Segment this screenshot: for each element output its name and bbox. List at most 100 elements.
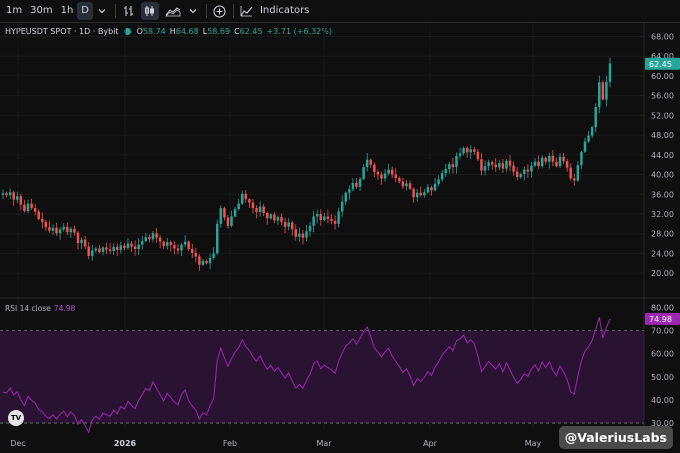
candle	[319, 213, 323, 220]
interval-1m[interactable]: 1m	[2, 2, 26, 20]
price-chart[interactable]: 68.0064.0060.0056.0052.0048.0044.0040.00…	[0, 23, 680, 453]
candle	[1, 193, 5, 195]
candle	[212, 253, 215, 258]
candle	[269, 214, 273, 219]
candle	[108, 249, 112, 251]
compare-bars-icon[interactable]	[120, 2, 138, 20]
candle	[23, 204, 26, 212]
candle	[87, 246, 90, 256]
candle	[294, 229, 298, 237]
chart-type-chevron-down-icon[interactable]	[184, 2, 202, 20]
candle	[501, 163, 505, 169]
candle	[458, 153, 462, 156]
candle	[465, 147, 469, 153]
candle	[173, 245, 176, 249]
candle	[37, 211, 40, 219]
indicators-button[interactable]: Indicators	[256, 2, 313, 20]
candle	[344, 192, 348, 202]
rsi-band	[0, 330, 644, 424]
candle	[512, 165, 515, 172]
candle	[540, 157, 544, 167]
candle	[201, 260, 205, 265]
time-tick-label: 2026	[114, 439, 137, 448]
candle	[187, 241, 190, 249]
price-tick-label: 36.00	[651, 190, 674, 199]
candle	[569, 167, 572, 179]
time-tick-label: Mar	[316, 439, 332, 448]
candle	[530, 165, 533, 172]
candles-chart-icon[interactable]	[140, 2, 159, 20]
candle	[590, 127, 594, 136]
candle	[323, 216, 326, 220]
candle	[462, 147, 465, 154]
candle	[494, 164, 497, 168]
candle	[387, 169, 390, 174]
last-price-text: 62.45	[649, 60, 672, 69]
candle	[562, 156, 565, 162]
candle	[305, 231, 308, 238]
candle	[158, 237, 162, 242]
candle	[26, 203, 30, 212]
price-tick-label: 28.00	[651, 230, 674, 239]
candle	[30, 203, 33, 209]
price-tick-label: 40.00	[651, 171, 674, 180]
candle	[533, 161, 537, 166]
indicators-icon[interactable]	[238, 2, 256, 20]
candle	[94, 248, 98, 251]
candle	[194, 252, 198, 257]
candle	[251, 202, 255, 209]
candle	[437, 179, 440, 184]
add-plus-icon[interactable]	[211, 2, 229, 20]
candle	[133, 246, 137, 249]
price-tick-label: 44.00	[651, 151, 674, 160]
candle	[369, 159, 373, 165]
price-tick-label: 56.00	[651, 92, 674, 101]
candle	[141, 241, 144, 245]
candle	[469, 149, 472, 153]
candle	[62, 226, 65, 230]
candle	[66, 226, 69, 233]
area-chart-icon[interactable]	[162, 2, 184, 20]
price-tick-label: 20.00	[651, 269, 674, 278]
candle	[537, 161, 540, 167]
rsi-tick-label: 80.00	[651, 303, 674, 312]
top-toolbar: 1m 30m 1h D Indicators	[0, 0, 680, 23]
candle	[219, 208, 223, 224]
candle	[340, 201, 344, 212]
candle	[526, 169, 530, 172]
candle	[555, 161, 558, 167]
interval-30m[interactable]: 30m	[26, 2, 56, 20]
candle	[248, 199, 251, 203]
time-tick-label: Apr	[423, 439, 438, 448]
interval-1h[interactable]: 1h	[57, 2, 78, 20]
toolbar-divider	[232, 4, 234, 18]
interval-d[interactable]: D	[77, 2, 93, 20]
candle	[505, 160, 508, 169]
candle	[298, 233, 301, 237]
candle	[598, 82, 601, 107]
candle	[580, 151, 583, 166]
candle	[91, 250, 94, 256]
price-tick-label: 24.00	[651, 249, 674, 258]
tradingview-logo[interactable]: TV	[8, 410, 24, 426]
candle	[358, 178, 362, 187]
time-axis: Dec 2026 Feb Mar Apr May	[10, 439, 541, 448]
candle	[483, 166, 487, 171]
candle	[183, 241, 187, 245]
candle	[412, 188, 415, 198]
candle	[233, 209, 237, 217]
candle	[226, 217, 230, 226]
candle	[337, 211, 340, 224]
candle	[41, 218, 44, 222]
candle	[608, 63, 612, 82]
candle	[290, 222, 294, 230]
candle	[390, 169, 394, 175]
candle	[137, 244, 140, 249]
candle	[551, 155, 555, 162]
candle	[8, 192, 12, 196]
candle	[519, 174, 522, 177]
candle	[415, 192, 419, 198]
candles-layer	[1, 57, 612, 271]
candle	[351, 182, 355, 190]
interval-chevron-down-icon[interactable]	[93, 2, 111, 20]
